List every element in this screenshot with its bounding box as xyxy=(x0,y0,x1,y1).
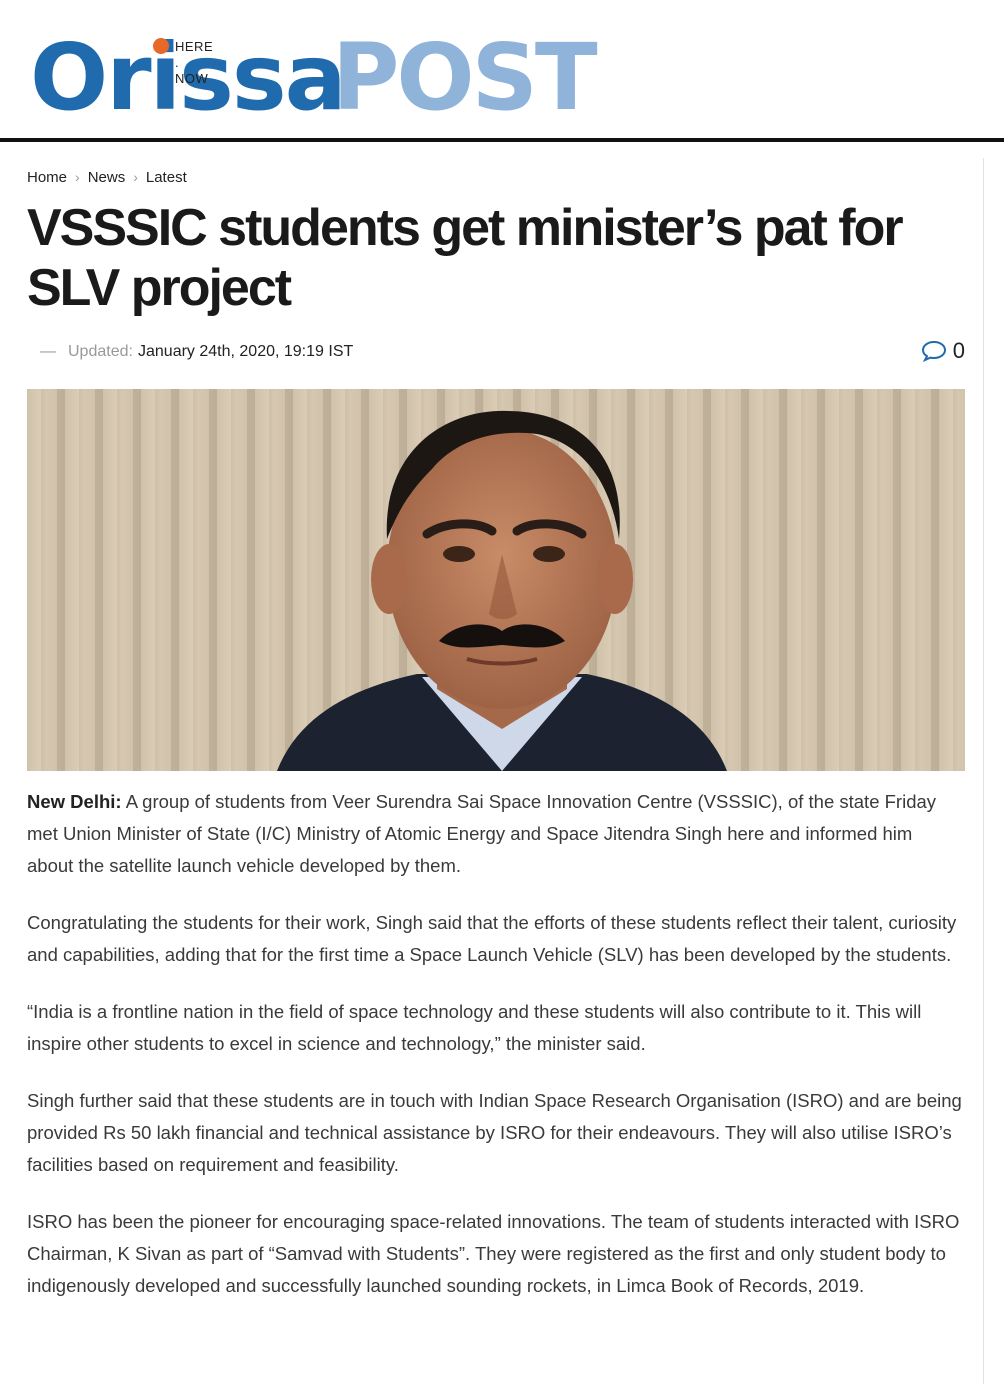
article-paragraph: Singh further said that these students a… xyxy=(27,1090,962,1175)
site-header: Orissa HERE . NOW POST xyxy=(0,0,1004,138)
comment-bubble-icon xyxy=(921,340,946,362)
logo-dot-icon xyxy=(153,38,169,54)
meta-dash: — xyxy=(40,343,56,360)
article-paragraph: New Delhi: A group of students from Veer… xyxy=(27,786,962,882)
article-meta: — Updated: January 24th, 2020, 19:19 IST… xyxy=(40,340,965,364)
breadcrumb: Home › News › Latest xyxy=(27,168,187,187)
article-title: VSSSIC students get minister’s pat for S… xyxy=(27,199,904,317)
paragraph-text: A group of students from Veer Surendra S… xyxy=(27,791,937,876)
logo-tagline: HERE . NOW xyxy=(175,39,214,86)
breadcrumb-latest[interactable]: Latest xyxy=(146,169,187,186)
article-dateline: New Delhi: xyxy=(27,791,122,812)
article-featured-image xyxy=(27,389,965,771)
article-paragraph: “India is a frontline nation in the fiel… xyxy=(27,1001,922,1054)
article-paragraph: ISRO has been the pioneer for encouragin… xyxy=(27,1211,960,1296)
logo-post-text: POST xyxy=(332,24,598,131)
content-right-border xyxy=(983,158,984,1384)
chevron-right-icon: › xyxy=(75,169,80,185)
comment-count: 0 xyxy=(952,338,965,363)
updated-date: January 24th, 2020, 19:19 IST xyxy=(138,343,354,360)
article-paragraph: Congratulating the students for their wo… xyxy=(27,912,957,965)
comments-link[interactable]: 0 xyxy=(921,340,965,362)
portrait-illustration xyxy=(27,389,965,771)
breadcrumb-news[interactable]: News xyxy=(88,169,126,186)
chevron-right-icon: › xyxy=(133,169,138,185)
article-body: New Delhi: A group of students from Veer… xyxy=(27,786,962,1327)
header-divider xyxy=(0,138,1004,142)
updated-label: Updated: xyxy=(68,343,133,360)
breadcrumb-home[interactable]: Home xyxy=(27,169,67,186)
